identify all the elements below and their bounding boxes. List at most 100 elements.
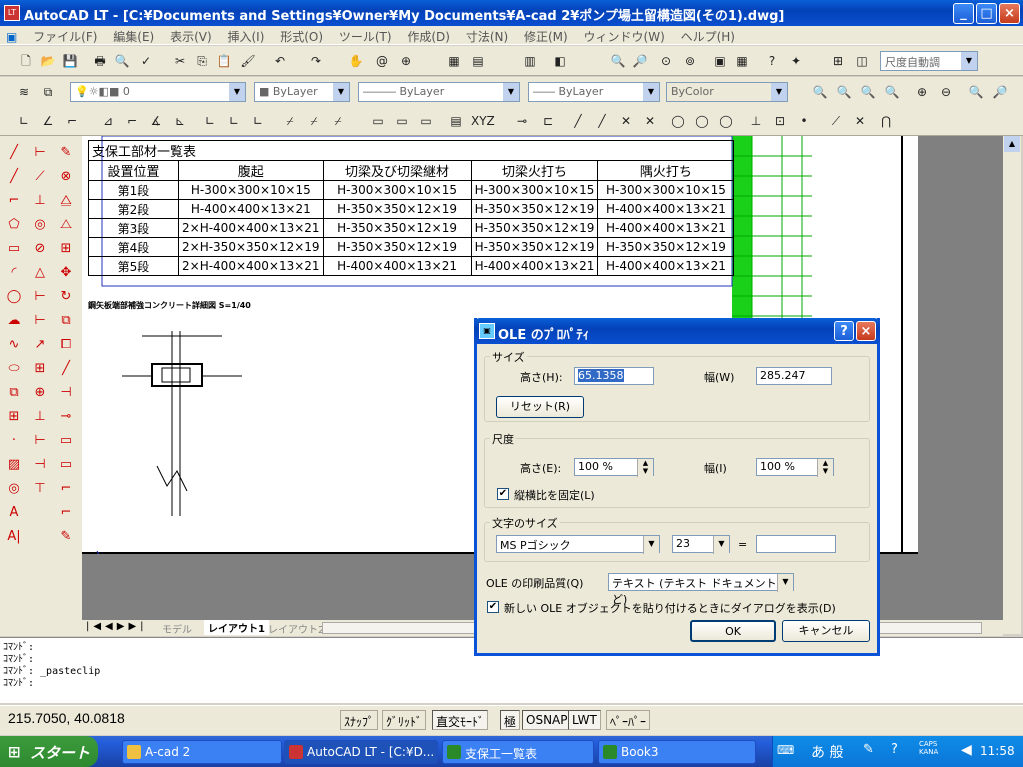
viewport-icon[interactable]: ◫	[852, 51, 872, 71]
aligned-dim-icon[interactable]: ∠	[38, 111, 58, 131]
close-button[interactable]: ×	[999, 3, 1020, 24]
design-center-icon[interactable]: ▤	[468, 51, 488, 71]
cancel-button[interactable]: キャンセル	[782, 620, 870, 642]
center-mark-icon[interactable]: ⌿	[304, 111, 324, 131]
markup-icon[interactable]: ✦	[786, 51, 806, 71]
task-excel-list[interactable]: 支保工一覧表	[442, 740, 594, 764]
leader-icon[interactable]: ↗	[28, 334, 52, 356]
polar-toggle[interactable]: 極	[500, 710, 521, 730]
osnap-quadrant-icon[interactable]: ◯	[668, 111, 688, 131]
menu-modify[interactable]: 修正(M)	[518, 28, 574, 45]
line-icon[interactable]: ╱	[2, 142, 26, 164]
spline-icon[interactable]: ∿	[2, 334, 26, 356]
keyboard-icon[interactable]: ⌨	[777, 743, 794, 757]
redo-icon[interactable]: ↷	[306, 51, 326, 71]
center-mark-icon[interactable]: ⊕	[28, 382, 52, 404]
ordinate-dim-icon[interactable]: ⌐	[62, 111, 82, 131]
quality-select[interactable]: テキスト (テキスト ドキュメントなど) ▼	[608, 573, 794, 606]
tab-layout1[interactable]: レイアウト1	[204, 620, 269, 635]
open-icon[interactable]: 📂	[38, 51, 58, 71]
dialog-close-button[interactable]: ×	[856, 321, 876, 341]
zoom-extents-icon[interactable]: 🔎	[990, 82, 1010, 102]
scale-height-input[interactable]: 100 % ▲ ▼	[574, 458, 654, 477]
plot-icon[interactable]: ▦	[732, 51, 752, 71]
task-autocad[interactable]: AutoCAD LT - [C:¥D...	[284, 740, 438, 764]
scale-icon[interactable]: ⧉	[54, 310, 78, 332]
paper-toggle[interactable]: ﾍﾟｰﾊﾟｰ	[606, 710, 651, 730]
radius-dim-icon[interactable]: ⊿	[98, 111, 118, 131]
hatch-icon[interactable]: ▨	[2, 454, 26, 476]
minimize-button[interactable]: _	[953, 3, 974, 24]
snap-toggle[interactable]: ｽﾅｯﾌﾟ	[340, 710, 379, 730]
new-icon[interactable]: 🗋	[16, 51, 36, 71]
ime-mode[interactable]: あ 般	[811, 742, 843, 762]
zoom-out-icon[interactable]: ⊖	[936, 82, 956, 102]
ortho-toggle[interactable]: 直交ﾓｰﾄﾞ	[432, 710, 489, 730]
point-size-select[interactable]: 23 ▼	[672, 535, 730, 554]
osnap-perpendicular-icon[interactable]: ◯	[716, 111, 736, 131]
grid-toggle[interactable]: ｸﾞﾘｯﾄﾞ	[382, 710, 427, 730]
dim-angular-icon[interactable]: △	[28, 262, 52, 284]
linetype-select[interactable]: ――― ByLayer ▼	[358, 82, 520, 102]
scale-width-input[interactable]: 100 % ▲ ▼	[756, 458, 834, 477]
osnap-nearest-icon[interactable]: ⟋	[826, 111, 846, 131]
leader-icon[interactable]: ∟	[248, 111, 268, 131]
spinner-icon[interactable]: ▲ ▼	[817, 459, 833, 477]
match-properties-icon[interactable]: 🖌	[238, 51, 258, 71]
zoom-all-icon[interactable]: 🔍	[966, 82, 986, 102]
paste-icon[interactable]: 📋	[214, 51, 234, 71]
join-icon[interactable]: ▭	[54, 430, 78, 452]
circle-icon[interactable]: ◯	[2, 286, 26, 308]
diameter-dim-icon[interactable]: ⌐	[122, 111, 142, 131]
copy-icon[interactable]: ⎘	[192, 51, 212, 71]
dim-aligned-icon[interactable]: ⟋	[28, 166, 52, 188]
maximize-button[interactable]: □	[976, 3, 997, 24]
layer-previous-icon[interactable]: ⧉	[38, 82, 58, 102]
osnap-none-icon[interactable]: ✕	[850, 111, 870, 131]
menu-format[interactable]: 形式(O)	[274, 28, 329, 45]
osnap-tangent-icon[interactable]: ◯	[692, 111, 712, 131]
osnap-intersection-icon[interactable]: ╱	[568, 111, 588, 131]
rectangle-icon[interactable]: ▭	[2, 238, 26, 260]
erase-icon[interactable]: ✎	[54, 142, 78, 164]
layer-manager-icon[interactable]: ◧	[550, 51, 570, 71]
dimstyle-select[interactable]: 尺度自動調 ▼	[880, 51, 978, 71]
dialog-help-button[interactable]: ?	[834, 321, 854, 341]
tolerance-icon[interactable]: ⊞	[28, 358, 52, 380]
stretch-icon[interactable]: ⧠	[54, 334, 78, 356]
xyz-icon[interactable]: XYZ	[470, 111, 495, 131]
chamfer-icon[interactable]: ▭	[54, 454, 78, 476]
properties-icon[interactable]: ▦	[444, 51, 464, 71]
osnap-toggle[interactable]: OSNAP	[522, 710, 572, 730]
dim-baseline-icon[interactable]: ⊢	[28, 286, 52, 308]
mirror-icon[interactable]: ⧋	[54, 190, 78, 212]
tab-model[interactable]: モデル	[162, 621, 192, 636]
tolerance-icon[interactable]: ⌿	[280, 111, 300, 131]
osnap-midpoint-icon[interactable]: ⊏	[538, 111, 558, 131]
save-icon[interactable]: 💾	[60, 51, 80, 71]
dim-edit-icon[interactable]: ⊥	[28, 406, 52, 428]
text-height-input[interactable]	[756, 535, 836, 553]
tab-nav-arrows[interactable]: |◀◀▶▶|	[86, 621, 148, 632]
dim-update-icon[interactable]: ⊣	[28, 454, 52, 476]
menu-dimension[interactable]: 寸法(N)	[460, 28, 514, 45]
osnap-extension-icon[interactable]: ✕	[616, 111, 636, 131]
array-icon[interactable]: ⊞	[54, 238, 78, 260]
print-icon[interactable]: 🖶	[90, 51, 110, 71]
osnap-insert-icon[interactable]: ⊡	[770, 111, 790, 131]
copy-object-icon[interactable]: ⊗	[54, 166, 78, 188]
osnap-parallel-icon[interactable]: ⊥	[746, 111, 766, 131]
layout-icon[interactable]: ⊞	[828, 51, 848, 71]
ime-tools-icon[interactable]: ✎	[863, 742, 874, 757]
quick-dim-icon[interactable]: ⊾	[170, 111, 190, 131]
help-tray-icon[interactable]: ?	[891, 742, 898, 757]
continue-dim-icon[interactable]: ∟	[224, 111, 244, 131]
height-input[interactable]: 65.1358	[574, 367, 654, 385]
dim-override-icon[interactable]: ▤	[446, 111, 466, 131]
preview-icon[interactable]: 🔍	[112, 51, 132, 71]
color-select[interactable]: ■ ByLayer ▼	[254, 82, 350, 102]
dim-continue-icon[interactable]: ⊢	[28, 310, 52, 332]
rotate-icon[interactable]: ↻	[54, 286, 78, 308]
plotstyle-select[interactable]: ByColor ▼	[666, 82, 788, 102]
menu-tools[interactable]: ツール(T)	[333, 28, 398, 45]
